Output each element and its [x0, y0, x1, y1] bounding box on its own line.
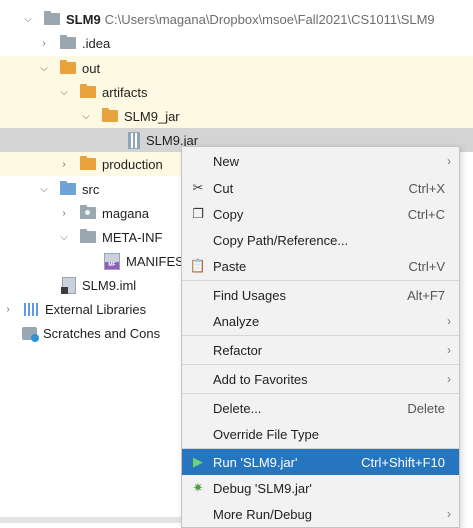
folder-icon: [60, 35, 76, 49]
horizontal-scrollbar[interactable]: [0, 517, 181, 523]
library-icon: [24, 302, 39, 316]
chevron-right-icon[interactable]: ›: [2, 303, 14, 315]
shortcut-paste: Ctrl+V: [408, 258, 445, 274]
scissors-icon: ✂: [192, 180, 204, 195]
chevron-down-icon[interactable]: ⌵: [58, 231, 70, 243]
menu-label-copy: Copy: [213, 206, 244, 222]
menu-item-delete[interactable]: Delete... Delete: [182, 395, 459, 421]
chevron-down-icon[interactable]: ⌵: [38, 62, 50, 74]
shortcut-find-usages: Alt+F7: [407, 287, 445, 303]
tree-row-production[interactable]: › production: [0, 152, 181, 176]
manifest-file-icon: MF: [104, 252, 120, 270]
shortcut-run: Ctrl+Shift+F10: [361, 454, 445, 470]
tree-label-slm9-jar-dir: SLM9_jar: [124, 108, 180, 124]
folder-icon: [80, 156, 96, 170]
tree-row-slm9-jar-dir[interactable]: ⌵ SLM9_jar: [0, 104, 473, 128]
tree-label-production: production: [102, 156, 163, 172]
chevron-right-icon: ›: [447, 314, 451, 328]
context-menu: New › ✂ Cut Ctrl+X ❐ Copy Ctrl+C Copy Pa…: [181, 146, 460, 528]
menu-item-more-run-debug[interactable]: More Run/Debug ›: [182, 501, 459, 527]
menu-item-refactor[interactable]: Refactor ›: [182, 337, 459, 363]
scratches-icon: [22, 326, 39, 342]
tree-label-iml: SLM9.iml: [82, 277, 137, 293]
tree-label-idea: .idea: [82, 35, 111, 51]
chevron-right-icon: ›: [447, 154, 451, 168]
menu-item-copy[interactable]: ❐ Copy Ctrl+C: [182, 201, 459, 227]
menu-item-cut[interactable]: ✂ Cut Ctrl+X: [182, 175, 459, 201]
chevron-right-icon: ›: [447, 343, 451, 357]
menu-separator: [182, 364, 459, 365]
menu-label-override-file-type: Override File Type: [213, 426, 319, 442]
shortcut-cut: Ctrl+X: [408, 180, 445, 196]
chevron-right-icon[interactable]: ›: [38, 37, 50, 49]
paste-icon: 📋: [189, 258, 207, 273]
folder-icon: [60, 60, 76, 74]
menu-item-override-file-type[interactable]: Override File Type: [182, 421, 459, 447]
chevron-down-icon[interactable]: ⌵: [38, 183, 50, 195]
tree-label-scratches: Scratches and Cons: [43, 325, 161, 341]
jar-file-icon: [128, 131, 140, 149]
folder-icon: [80, 84, 96, 98]
module-folder-icon: [44, 11, 60, 25]
folder-icon: [102, 108, 118, 122]
menu-item-debug[interactable]: ✷ Debug 'SLM9.jar': [182, 475, 459, 501]
tree-label-src: src: [82, 181, 100, 197]
menu-label-new: New: [213, 153, 240, 169]
chevron-down-icon[interactable]: ⌵: [80, 110, 92, 122]
chevron-down-icon[interactable]: ⌵: [58, 86, 70, 98]
menu-item-find-usages[interactable]: Find Usages Alt+F7: [182, 282, 459, 308]
tree-label-manifest: MANIFES: [126, 253, 184, 269]
menu-item-new[interactable]: New ›: [182, 148, 459, 174]
project-path: C:\Users\magana\Dropbox\msoe\Fall2021\CS…: [104, 11, 435, 27]
tree-row-out[interactable]: ⌵ out: [0, 56, 473, 80]
menu-item-paste[interactable]: 📋 Paste Ctrl+V: [182, 253, 459, 279]
chevron-right-icon[interactable]: ›: [58, 207, 70, 219]
tree-label-artifacts: artifacts: [102, 84, 148, 100]
shortcut-copy: Ctrl+C: [407, 206, 445, 222]
menu-separator: [182, 335, 459, 336]
menu-label-refactor: Refactor: [213, 342, 263, 358]
copy-icon: ❐: [192, 206, 204, 221]
menu-label-add-favorites: Add to Favorites: [213, 371, 308, 387]
tree-label-meta-inf: META-INF: [102, 229, 163, 245]
menu-label-cut: Cut: [213, 180, 234, 196]
menu-separator: [182, 393, 459, 394]
chevron-down-icon[interactable]: ⌵: [22, 13, 34, 25]
tree-row-root[interactable]: ⌵ SLM9 C:\Users\magana\Dropbox\msoe\Fall…: [0, 7, 473, 31]
menu-item-run[interactable]: ▶ Run 'SLM9.jar' Ctrl+Shift+F10: [182, 449, 459, 475]
package-icon: [80, 205, 96, 219]
chevron-right-icon: ›: [447, 372, 451, 386]
tree-label-out: out: [82, 60, 101, 76]
tree-label-external-libraries: External Libraries: [45, 301, 147, 317]
chevron-right-icon[interactable]: ›: [58, 158, 70, 170]
tree-label-magana: magana: [102, 205, 149, 221]
tree-row-artifacts[interactable]: ⌵ artifacts: [0, 80, 473, 104]
menu-label-more-run-debug: More Run/Debug: [213, 506, 312, 522]
menu-item-analyze[interactable]: Analyze ›: [182, 308, 459, 334]
menu-label-analyze: Analyze: [213, 313, 260, 329]
menu-label-delete: Delete...: [213, 400, 262, 416]
menu-item-add-favorites[interactable]: Add to Favorites ›: [182, 366, 459, 392]
menu-label-debug: Debug 'SLM9.jar': [213, 480, 312, 496]
shortcut-delete: Delete: [407, 400, 445, 416]
chevron-right-icon: ›: [447, 507, 451, 521]
menu-label-copy-path: Copy Path/Reference...: [213, 232, 349, 248]
menu-label-paste: Paste: [213, 258, 247, 274]
project-name: SLM9: [66, 11, 101, 27]
folder-icon: [80, 229, 96, 243]
source-folder-icon: [60, 181, 76, 195]
menu-separator: [182, 280, 459, 281]
run-icon: ▶: [193, 454, 203, 469]
iml-file-icon: [61, 276, 76, 294]
menu-label-find-usages: Find Usages: [213, 287, 286, 303]
tree-row-idea[interactable]: › .idea: [0, 31, 473, 55]
menu-item-copy-path[interactable]: Copy Path/Reference...: [182, 227, 459, 253]
debug-icon: ✷: [192, 480, 204, 495]
menu-label-run: Run 'SLM9.jar': [213, 454, 298, 470]
